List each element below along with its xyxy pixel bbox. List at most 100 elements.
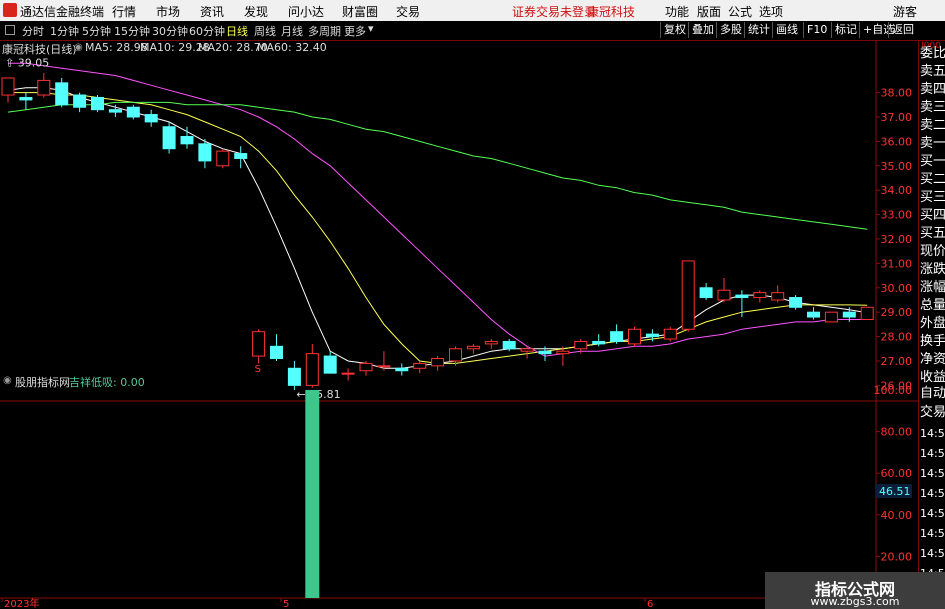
candle-body [341, 372, 355, 375]
candle-body [789, 297, 803, 308]
price-tick-label: 27.00 [881, 355, 913, 368]
candle-body [73, 94, 87, 108]
candle-body [628, 328, 641, 345]
tick-time: 14:56 [920, 487, 945, 500]
ma-line-ma10 [8, 92, 868, 364]
watermark-url: www.zbgs3.com [810, 595, 900, 608]
candle-body [1, 77, 15, 96]
candle-body [431, 358, 445, 367]
candle-body [305, 353, 319, 386]
side-label: 现价 [920, 244, 945, 259]
price-tick-label: 36.00 [881, 135, 913, 148]
indicator-axis-value: 46.51 [879, 485, 911, 498]
candle-body [753, 292, 767, 299]
side-label: 外盘 [920, 316, 945, 331]
side-label: 总量 [920, 298, 945, 313]
tick-time: 14:56 [920, 467, 945, 480]
candle-body [108, 109, 122, 113]
tick-time: 14:56 [920, 547, 945, 560]
price-tick-label: 30.00 [881, 282, 913, 295]
candle-body [610, 331, 624, 342]
date-label: 6 [647, 599, 653, 609]
candle-body [234, 153, 248, 159]
side-label: 卖二 [920, 118, 945, 133]
price-tick-label: 37.00 [881, 111, 913, 124]
quote-side-panel: I000 委比 卖五 卖四 卖三 卖二 卖一 买一 买二 买三 买四 买五 现价 涨跌 涨幅 总量 外盘 换手净… [918, 41, 945, 609]
indicator-tick-label: 60.00 [881, 467, 913, 480]
signal-bar [305, 390, 320, 598]
side-label: 委比 [920, 46, 945, 61]
price-tick-label: 38.00 [881, 87, 913, 100]
indicator-tick-label: 80.00 [881, 426, 913, 439]
candle-body [663, 328, 677, 340]
price-tick-label: 34.00 [881, 184, 913, 197]
side-label: 买一 [920, 154, 945, 169]
tick-time: 14:56 [920, 447, 945, 460]
candle-body [502, 340, 516, 350]
indicator-tick-label: 20.00 [881, 550, 913, 563]
ma-line-ma5 [7, 87, 868, 369]
candle-body [377, 365, 391, 368]
ma-line-ma60 [7, 101, 868, 230]
indicator-tick-label: 40.00 [881, 509, 913, 522]
candle-body [395, 367, 409, 372]
candle-body [126, 106, 140, 118]
candle-body [180, 136, 194, 145]
candle-body [323, 355, 337, 374]
candle-body [287, 367, 301, 386]
candle-body [37, 79, 51, 96]
candle-body [198, 143, 212, 162]
side-label: 涨幅 [920, 280, 945, 295]
candle-body [19, 96, 33, 101]
candle-body [860, 306, 874, 320]
candle-body [162, 126, 176, 150]
date-label: 5 [283, 599, 289, 609]
candle-body [91, 96, 104, 111]
candle-body [520, 348, 534, 352]
watermark-banner: 指标公式网 www.zbgs3.com [765, 572, 945, 609]
candle-body [216, 150, 230, 167]
side-label: 涨跌 [920, 262, 945, 277]
candle-body [270, 345, 283, 360]
candle-body [592, 340, 606, 345]
candle-body [735, 294, 749, 299]
candle-body [484, 340, 498, 345]
price-tick-label: 29.00 [881, 306, 913, 319]
candle-body [717, 289, 731, 301]
side-label: 净资 [920, 352, 945, 367]
price-tick-label: 31.00 [881, 257, 913, 270]
side-label: 买五 [920, 226, 945, 241]
date-label: 2023年 [4, 597, 39, 609]
candle-body [842, 311, 856, 318]
high-price-marker: ⇧ 39.05 [5, 57, 49, 70]
candle-body [466, 345, 480, 350]
candle-body [538, 350, 552, 355]
candle-body [771, 292, 785, 301]
candle-body [681, 260, 695, 330]
candle-body [574, 340, 588, 350]
side-label: 买三 [920, 190, 945, 205]
side-label: 卖四 [920, 82, 945, 97]
candle-body [807, 311, 820, 318]
event-marker: S [255, 364, 261, 375]
side-label: 卖五 [920, 64, 945, 79]
candle-body [699, 287, 713, 299]
candle-body [449, 348, 462, 362]
kline-chart[interactable]: 38.00 37.00 36.00 35.00 34.00 33.00 32.00 31.00… [0, 0, 918, 609]
tick-time: 14:56 [920, 507, 945, 520]
candle-body [55, 82, 69, 106]
side-label: 换手 [920, 334, 945, 349]
candle-body [413, 362, 427, 369]
side-label: 收益 [920, 370, 945, 385]
candle-body [252, 331, 266, 357]
candle-body [645, 333, 659, 338]
candle-body [556, 350, 570, 355]
auto-trade-label[interactable]: 自动 [920, 386, 945, 402]
price-tick-label: 28.00 [881, 331, 913, 344]
candle-body [144, 114, 158, 123]
candle-body [359, 362, 373, 372]
tick-time: 14:56 [920, 427, 945, 440]
price-tick-label: 33.00 [881, 209, 913, 222]
side-label: 卖三 [920, 100, 945, 115]
trade-label[interactable]: 交易 [920, 405, 945, 421]
